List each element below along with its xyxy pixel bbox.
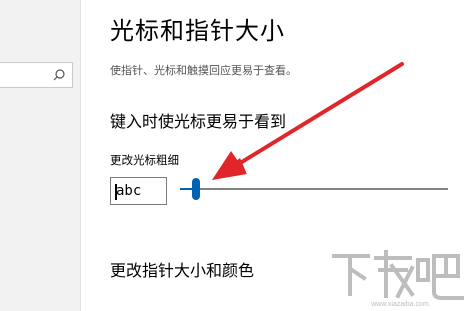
watermark-url: www.xiazaiba.com bbox=[370, 301, 429, 308]
page-description: 使指针、光标和触摸回应更易于查看。 bbox=[110, 64, 297, 77]
section-heading-pointer: 更改指针大小和颜色 bbox=[110, 261, 255, 280]
text-caret bbox=[115, 184, 117, 200]
cursor-preview-text: abc bbox=[116, 183, 142, 199]
page-title: 光标和指针大小 bbox=[110, 17, 285, 45]
cursor-thickness-label: 更改光标粗细 bbox=[110, 153, 179, 167]
search-icon[interactable] bbox=[52, 68, 66, 82]
section-heading-cursor: 键入时使光标更易于看到 bbox=[110, 112, 287, 131]
cursor-preview-box: abc bbox=[110, 177, 167, 205]
cursor-thickness-slider-track[interactable] bbox=[180, 188, 448, 190]
sidebar bbox=[0, 0, 81, 311]
search-input[interactable] bbox=[0, 62, 73, 88]
watermark-logo: www.xiazaiba.com bbox=[332, 250, 464, 308]
cursor-thickness-slider-thumb[interactable] bbox=[192, 178, 200, 200]
